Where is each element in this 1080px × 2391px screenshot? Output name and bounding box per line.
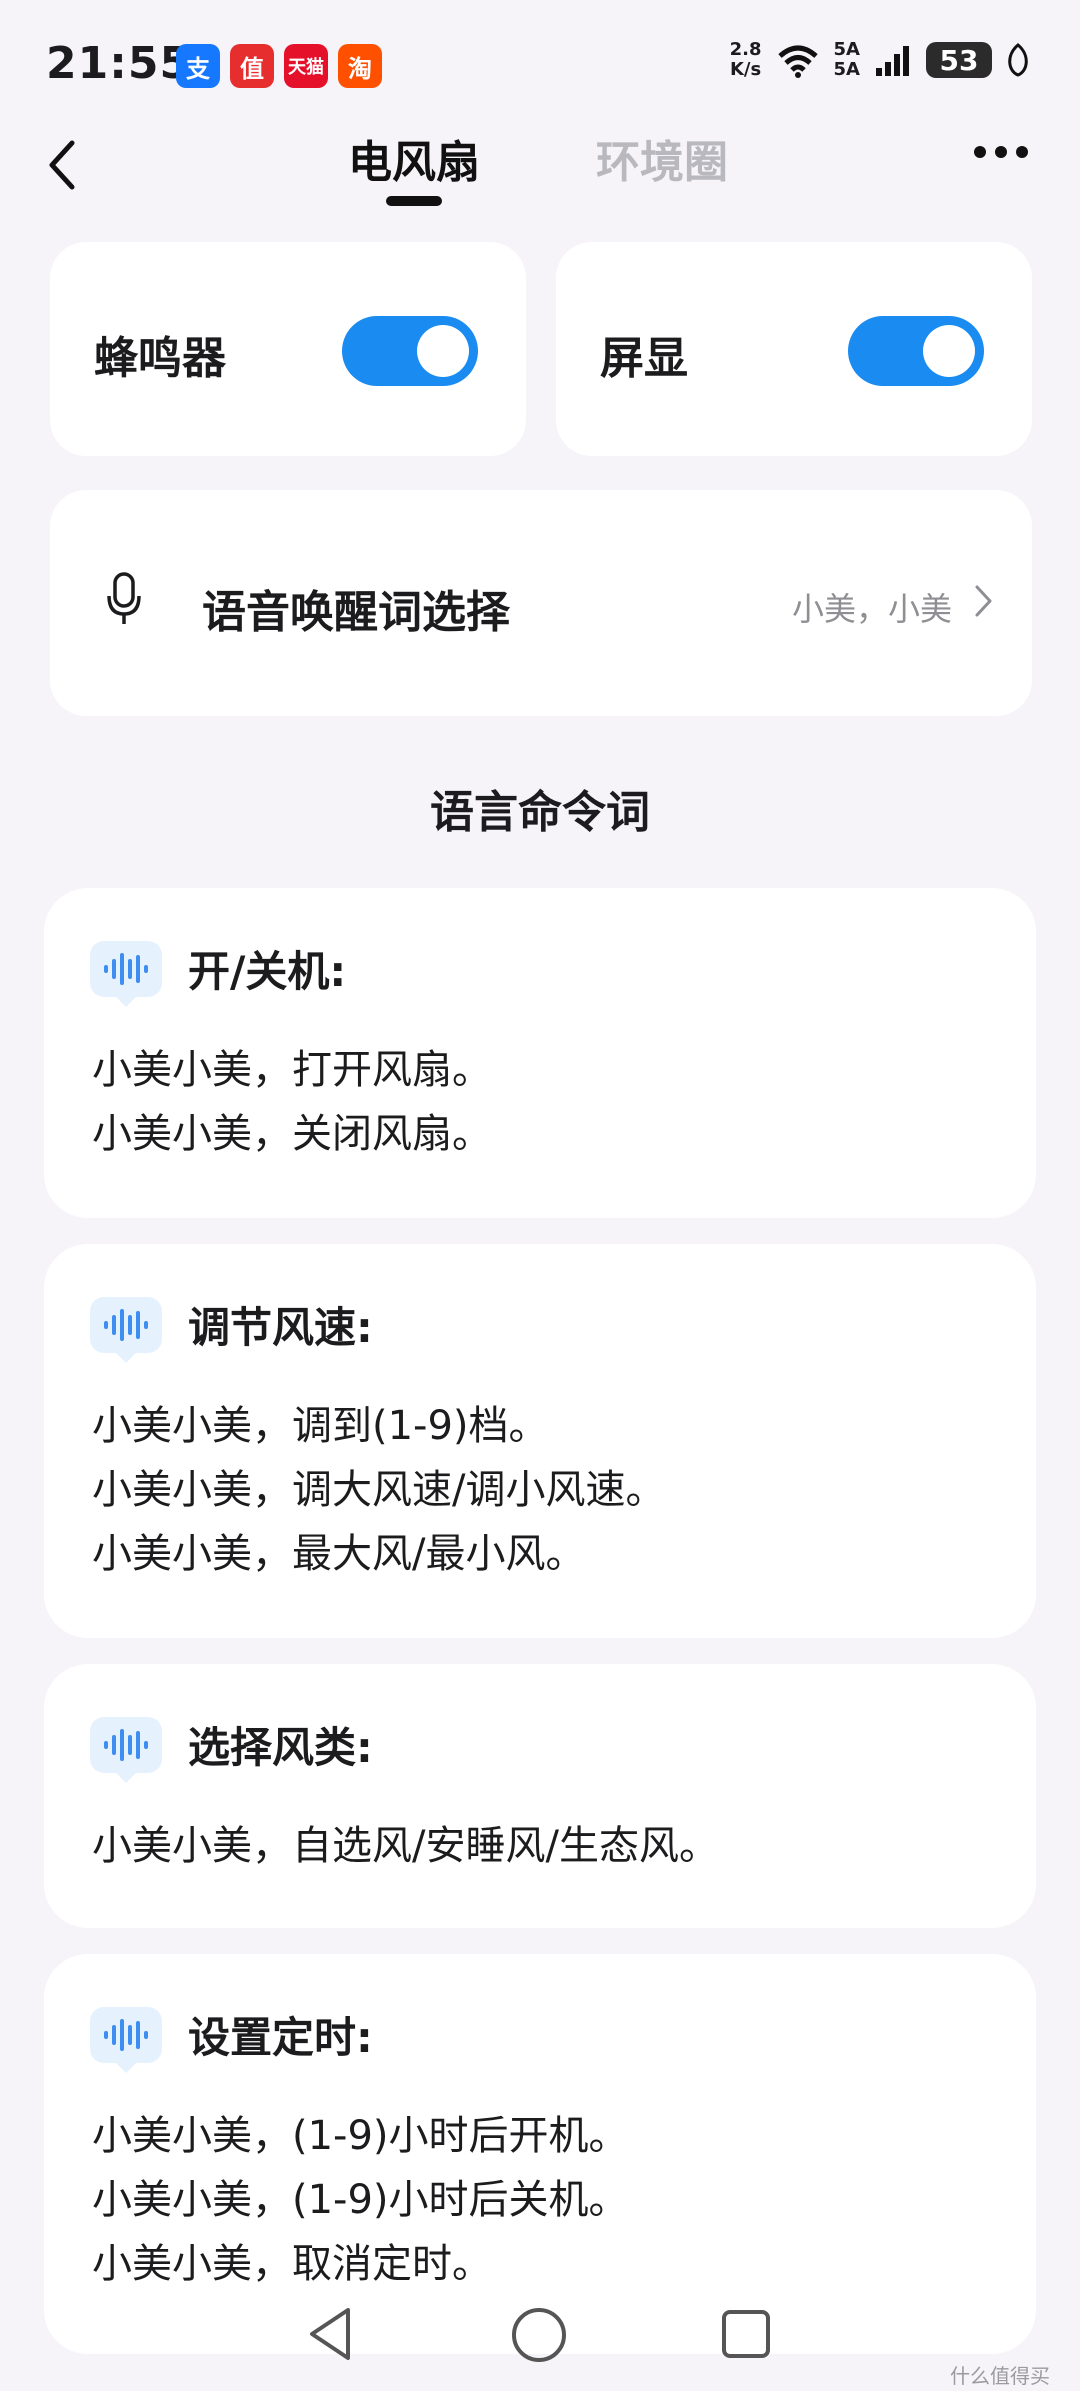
command-card-fan-speed: 调节风速: 小美小美，调到(1-9)档。 小美小美，调大风速/调小风速。 小美小…: [44, 1244, 1036, 1638]
command-title: 设置定时:: [188, 2013, 373, 2062]
command-line: 小美小美，(1-9)小时后关机。: [92, 2177, 629, 2223]
screen-display-toggle[interactable]: [848, 316, 984, 386]
command-line: 小美小美，调到(1-9)档。: [92, 1403, 549, 1449]
screen-display-label: 屏显: [600, 333, 688, 384]
wake-word-row[interactable]: 语音唤醒词选择 小美，小美: [50, 490, 1032, 716]
tab-active-indicator: [386, 196, 442, 206]
more-options-button[interactable]: [974, 146, 1028, 158]
back-button[interactable]: [46, 130, 96, 200]
command-header: 选择风类:: [90, 1714, 373, 1783]
top-navbar: 电风扇 环境圈: [0, 120, 1080, 230]
voice-wave-icon: [90, 1296, 162, 1363]
command-lines: 小美小美，自选风/安睡风/生态风。: [92, 1814, 719, 1878]
status-indicators: 2.8 K/s 5A 5A 53: [730, 40, 1030, 80]
buzzer-label: 蜂鸣器: [94, 333, 226, 384]
command-line: 小美小美，(1-9)小时后开机。: [92, 2113, 629, 2159]
toggle-knob: [417, 325, 469, 377]
system-navigation-bar: [0, 2290, 1080, 2391]
nav-home-icon[interactable]: [510, 2306, 568, 2364]
wake-word-value: 小美，小美: [791, 590, 952, 628]
command-lines: 小美小美，打开风扇。 小美小美，关闭风扇。: [92, 1038, 492, 1166]
command-line: 小美小美，自选风/安睡风/生态风。: [92, 1823, 719, 1869]
net-speed-unit: K/s: [729, 59, 762, 80]
command-line: 小美小美，调大风速/调小风速。: [92, 1467, 666, 1513]
tab-environment[interactable]: 环境圈: [596, 126, 728, 190]
sim1-label: 5A: [833, 39, 860, 60]
net-speed: 2.8 K/s: [730, 40, 762, 80]
microphone-icon: [107, 572, 141, 624]
status-bar: 21:55 支 值 天猫 淘 2.8 K/s 5A 5A 53: [0, 0, 1080, 130]
net-speed-value: 2.8: [729, 39, 762, 60]
buzzer-toggle[interactable]: [342, 316, 478, 386]
nav-recents-icon[interactable]: [720, 2308, 772, 2360]
command-header: 调节风速:: [90, 1294, 373, 1363]
notification-icons: 支 值 天猫 淘: [176, 44, 382, 88]
command-line: 小美小美，取消定时。: [92, 2241, 492, 2287]
status-time: 21:55: [46, 38, 192, 89]
command-header: 设置定时:: [90, 2004, 373, 2073]
more-dot-icon: [995, 146, 1007, 158]
alipay-icon: 支: [176, 44, 220, 88]
sim-labels: 5A 5A: [834, 40, 860, 80]
command-lines: 小美小美，(1-9)小时后开机。 小美小美，(1-9)小时后关机。 小美小美，取…: [92, 2104, 629, 2296]
chevron-right-icon: [975, 585, 992, 617]
toggle-knob: [923, 325, 975, 377]
nav-back-icon[interactable]: [306, 2306, 354, 2362]
more-dot-icon: [974, 146, 986, 158]
wake-word-title: 语音唤醒词选择: [202, 587, 510, 638]
signal-icon: [876, 46, 909, 76]
command-card-power: 开/关机: 小美小美，打开风扇。 小美小美，关闭风扇。: [44, 888, 1036, 1218]
leaf-icon: [1008, 43, 1028, 77]
voice-wave-icon: [90, 1716, 162, 1783]
command-title: 开/关机:: [188, 947, 347, 996]
tmall-icon: 天猫: [284, 44, 328, 88]
sim2-label: 5A: [833, 59, 860, 80]
battery-indicator: 53: [926, 42, 992, 78]
voice-wave-icon: [90, 2006, 162, 2073]
command-title: 选择风类:: [188, 1723, 373, 1772]
command-title: 调节风速:: [188, 1303, 373, 1352]
watermark: 什么值得买: [950, 2364, 1050, 2388]
voice-wave-icon: [90, 940, 162, 1007]
more-dot-icon: [1016, 146, 1028, 158]
section-title: 语言命令词: [430, 787, 650, 838]
buzzer-card: 蜂鸣器: [50, 242, 526, 456]
chevron-left-icon: [49, 140, 75, 190]
taobao-icon: 淘: [338, 44, 382, 88]
command-line: 小美小美，打开风扇。: [92, 1047, 492, 1093]
screen-display-card: 屏显: [556, 242, 1032, 456]
tab-fan[interactable]: 电风扇: [348, 126, 480, 190]
command-line: 小美小美，关闭风扇。: [92, 1111, 492, 1157]
command-line: 小美小美，最大风/最小风。: [92, 1531, 586, 1577]
smzdm-icon: 值: [230, 44, 274, 88]
wifi-icon: [777, 45, 818, 78]
command-card-wind-type: 选择风类: 小美小美，自选风/安睡风/生态风。: [44, 1664, 1036, 1928]
command-header: 开/关机:: [90, 938, 347, 1007]
command-lines: 小美小美，调到(1-9)档。 小美小美，调大风速/调小风速。 小美小美，最大风/…: [92, 1394, 665, 1586]
